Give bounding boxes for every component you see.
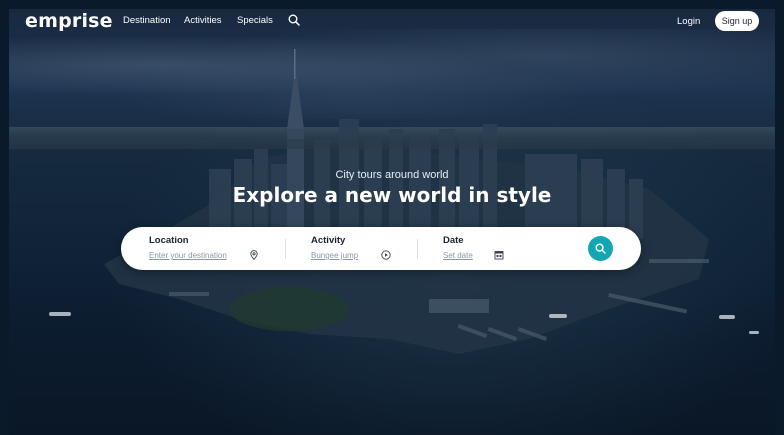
search-submit-button[interactable] bbox=[588, 236, 613, 261]
calendar-icon[interactable] bbox=[494, 250, 504, 260]
hero-background bbox=[9, 9, 775, 435]
nav-link-specials[interactable]: Specials bbox=[237, 15, 273, 26]
location-pin-icon bbox=[250, 250, 258, 260]
hero-subtitle: City tours around world bbox=[335, 169, 449, 181]
location-field[interactable]: Location Enter your destination bbox=[149, 227, 289, 270]
location-input[interactable]: Enter your destination bbox=[149, 251, 227, 260]
city-skyline-image bbox=[9, 49, 775, 354]
search-divider bbox=[417, 239, 418, 259]
activity-field[interactable]: Activity Bungee jump bbox=[311, 227, 421, 270]
hero-title: Explore a new world in style bbox=[232, 183, 552, 207]
activity-label: Activity bbox=[311, 235, 346, 246]
nav-link-destination[interactable]: Destination bbox=[123, 15, 171, 26]
search-bar: Location Enter your destination Activity… bbox=[121, 227, 641, 270]
location-label: Location bbox=[149, 235, 189, 246]
top-navigation: emprise Destination Activities Specials … bbox=[0, 0, 784, 42]
nav-link-activities[interactable]: Activities bbox=[184, 15, 221, 26]
date-input[interactable]: Set date bbox=[443, 251, 473, 260]
date-label: Date bbox=[443, 235, 464, 246]
login-link[interactable]: Login bbox=[677, 16, 700, 27]
date-field[interactable]: Date Set date bbox=[443, 227, 543, 270]
signup-button[interactable]: Sign up bbox=[715, 11, 759, 31]
search-divider bbox=[285, 239, 286, 259]
search-icon[interactable] bbox=[288, 14, 300, 26]
activity-input[interactable]: Bungee jump bbox=[311, 251, 358, 260]
search-icon bbox=[595, 243, 606, 254]
play-circle-icon bbox=[381, 250, 391, 260]
brand-logo[interactable]: emprise bbox=[25, 10, 113, 32]
